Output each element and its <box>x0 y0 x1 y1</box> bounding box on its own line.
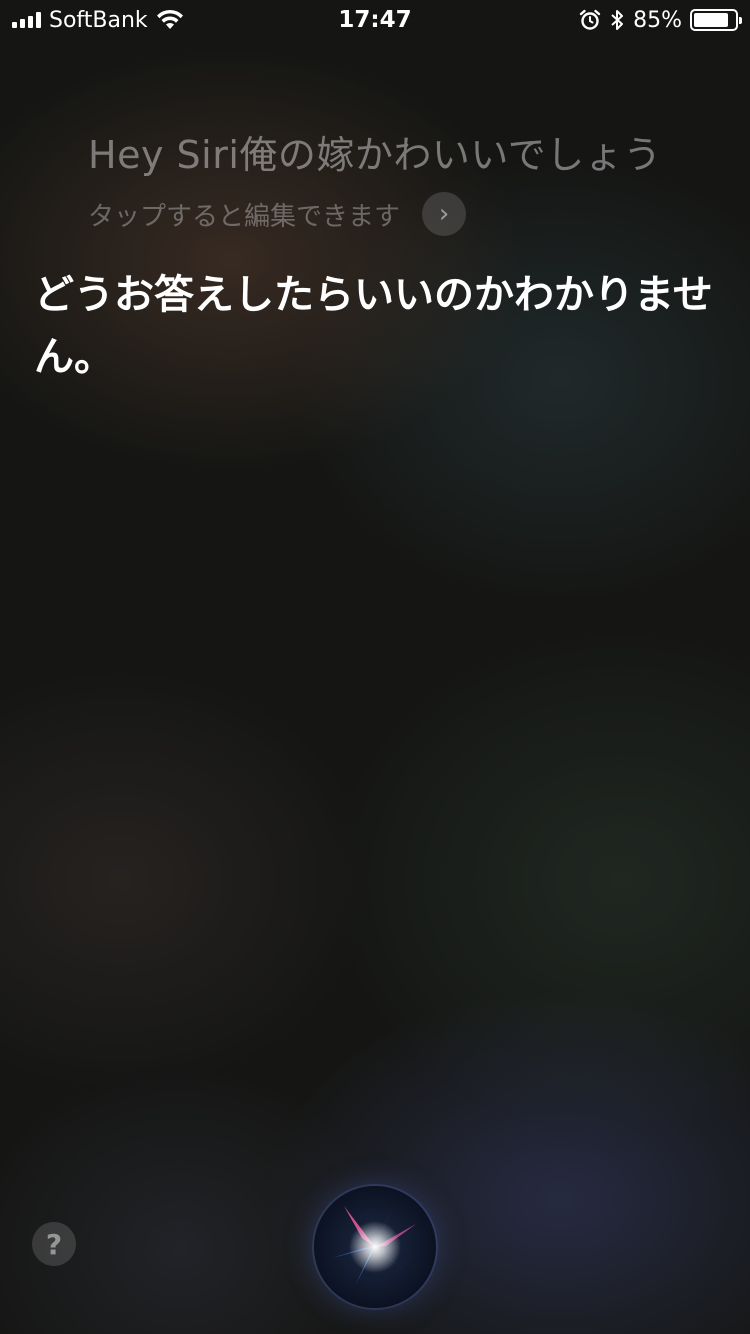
siri-orb-icon[interactable] <box>314 1186 436 1308</box>
battery-level <box>694 13 728 27</box>
battery-icon <box>690 9 742 31</box>
status-bar: SoftBank 17:47 85% <box>0 0 750 40</box>
siri-query-text[interactable]: Hey Siri俺の嫁かわいいでしょう <box>88 124 708 179</box>
status-time: 17:47 <box>338 7 412 33</box>
siri-response-text: どうお答えしたらいいのかわかりません。 <box>34 272 713 380</box>
edit-hint[interactable]: タップすると編集できます <box>88 196 400 233</box>
edit-row[interactable]: タップすると編集できます › <box>88 192 467 236</box>
question-icon[interactable]: ? <box>32 1222 76 1266</box>
siri-waveform <box>332 1204 416 1284</box>
chevron-right-icon[interactable]: › <box>422 192 467 236</box>
